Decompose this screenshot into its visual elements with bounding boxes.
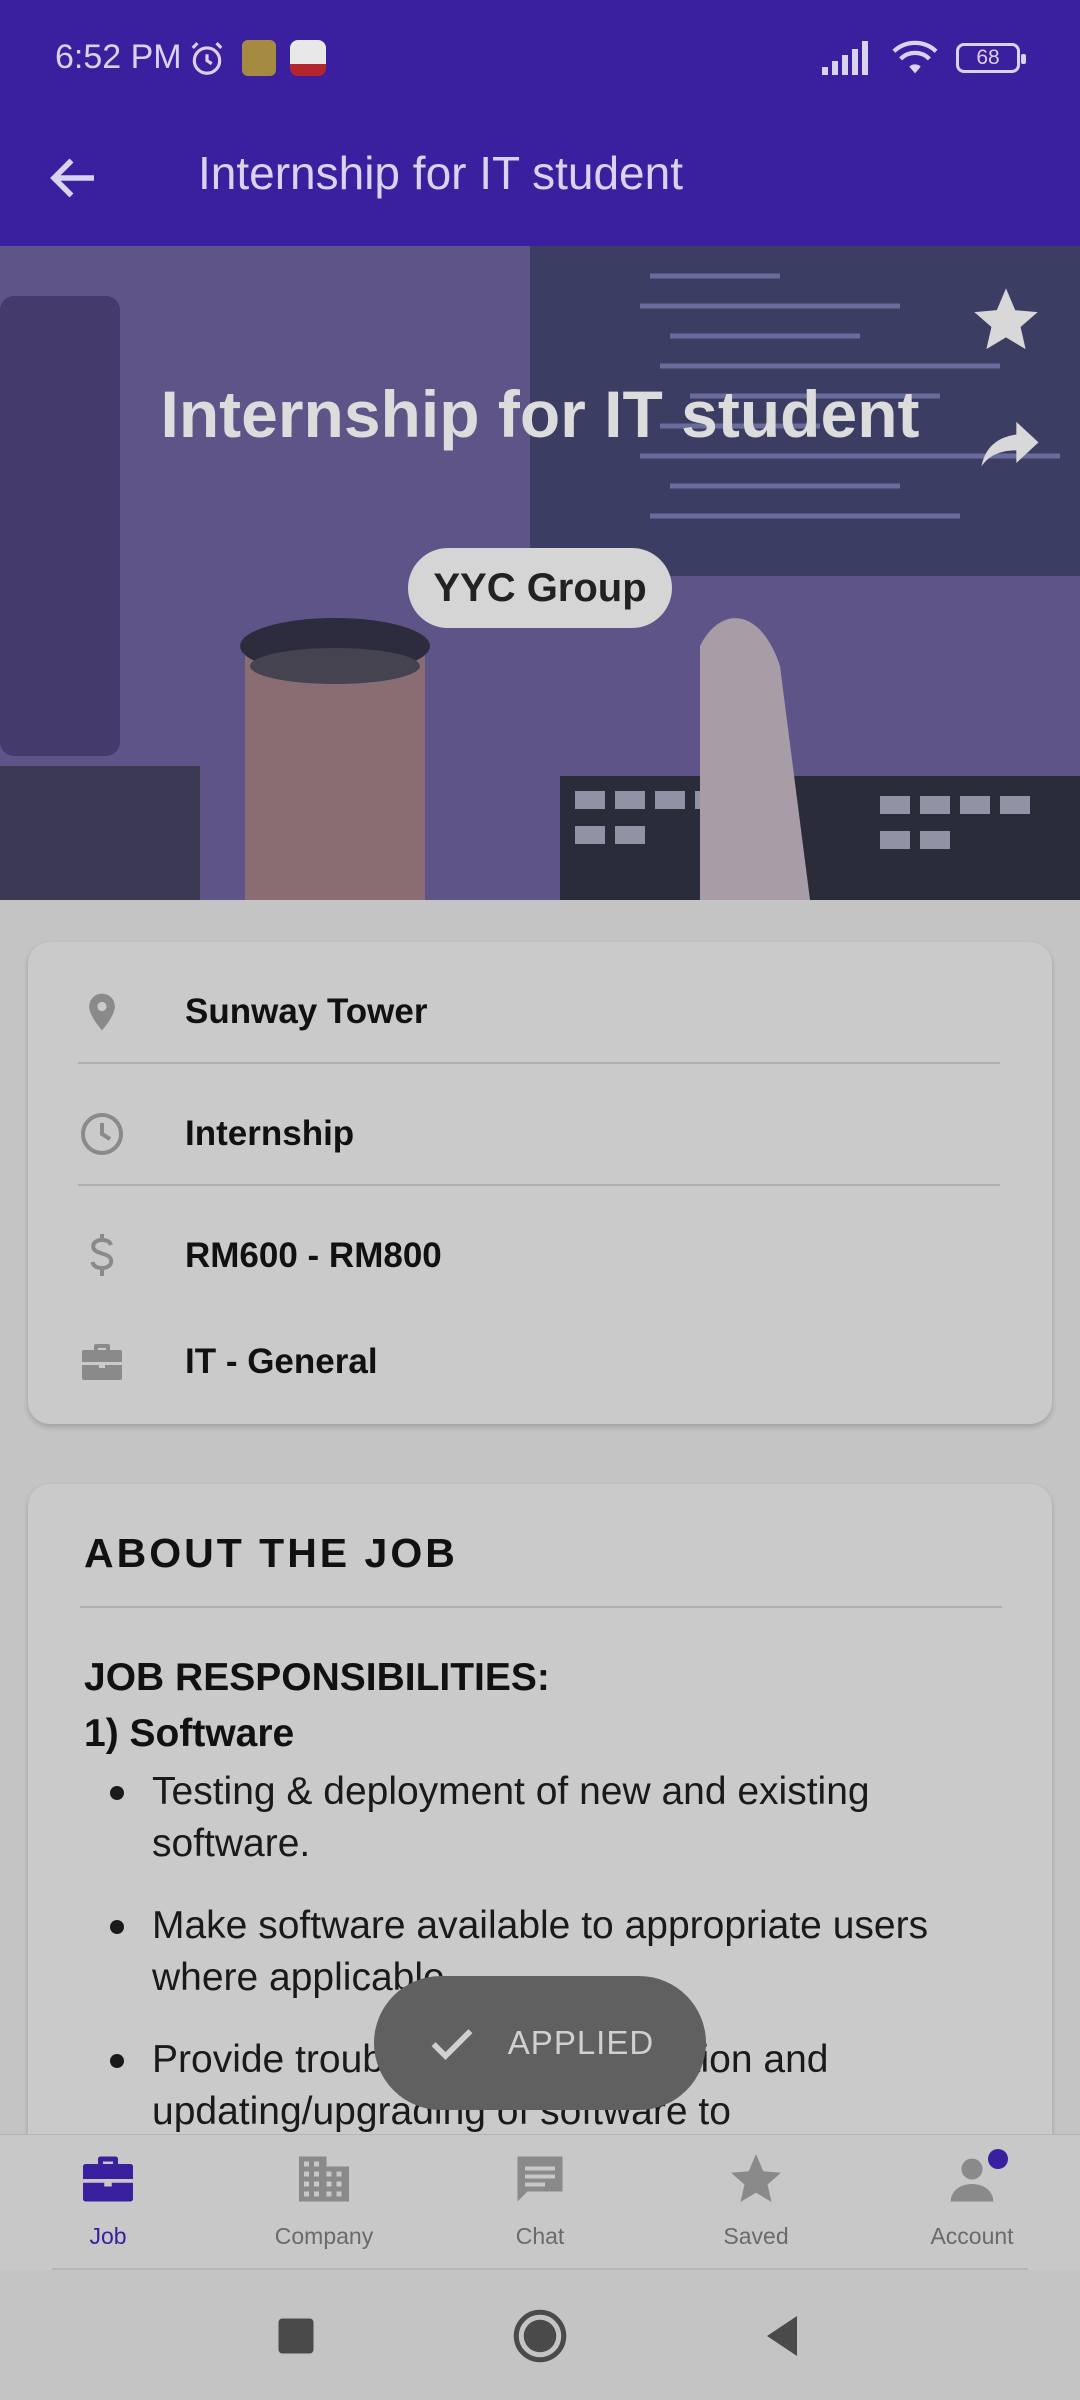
arrow-back-icon[interactable]	[44, 148, 104, 208]
toast-label: APPLIED	[507, 2024, 655, 2061]
applied-toast: APPLIED	[374, 1976, 706, 2110]
company-chip[interactable]: YYC Group	[408, 548, 672, 628]
system-navigation-bar	[0, 2270, 1080, 2400]
job-type-row: Internship	[78, 1084, 1000, 1184]
status-bar: 6:52 PM 68	[0, 0, 1080, 122]
nav-item-chat[interactable]: Chat	[450, 2149, 630, 2265]
building-icon	[299, 2156, 349, 2202]
news-notification-icon	[290, 40, 326, 76]
nav-item-saved[interactable]: Saved	[666, 2149, 846, 2265]
nav-label: Chat	[515, 2223, 565, 2249]
dollar-icon	[90, 1234, 114, 1276]
bottom-navigation: Job Company Chat Saved Account	[0, 2134, 1080, 2270]
divider	[80, 1606, 1002, 1608]
alarm-icon	[191, 42, 223, 75]
job-type: Internship	[185, 1114, 355, 1153]
home-icon[interactable]	[510, 2306, 570, 2366]
clock-icon	[81, 1113, 123, 1155]
star-icon[interactable]	[968, 282, 1044, 358]
responsibilities-heading: JOB RESPONSIBILITIES:	[84, 1656, 550, 1699]
nav-item-account[interactable]: Account	[882, 2149, 1062, 2265]
responsibility-section-title: 1) Software	[84, 1712, 295, 1755]
star-icon	[731, 2154, 781, 2202]
app-bar: Internship for IT student	[0, 122, 1080, 246]
list-item: Testing & deployment of new and existing…	[110, 1766, 1012, 1870]
job-info-card: Sunway Tower Internship RM600 - RM800 IT…	[28, 942, 1052, 1424]
page-title: Internship for IT student	[198, 147, 683, 199]
check-icon	[431, 2029, 473, 2060]
briefcase-icon	[83, 2156, 133, 2202]
chat-icon	[517, 2156, 563, 2202]
job-salary: RM600 - RM800	[185, 1236, 442, 1275]
battery-level: 68	[976, 46, 1000, 69]
app-notification-icon	[242, 40, 276, 76]
recent-apps-icon[interactable]	[266, 2306, 326, 2366]
status-time: 6:52 PM	[55, 38, 182, 76]
nav-label: Account	[930, 2223, 1014, 2249]
company-name: YYC Group	[433, 565, 647, 610]
divider	[78, 1062, 1000, 1064]
notification-badge	[988, 2149, 1008, 2169]
hero-job-title: Internship for IT student	[160, 377, 920, 451]
divider	[78, 1184, 1000, 1186]
job-location-row: Sunway Tower	[78, 962, 1000, 1062]
nav-label: Saved	[723, 2223, 789, 2249]
wifi-icon	[892, 40, 938, 74]
back-triangle-icon[interactable]	[752, 2306, 812, 2366]
job-hero-banner: Internship for IT student YYC Group	[0, 246, 1080, 900]
job-category: IT - General	[185, 1342, 378, 1381]
battery-icon: 68	[956, 43, 1026, 73]
nav-item-job[interactable]: Job	[18, 2149, 198, 2265]
job-salary-row: RM600 - RM800	[78, 1206, 1000, 1306]
nav-label: Company	[274, 2223, 374, 2249]
job-location: Sunway Tower	[185, 992, 428, 1031]
location-pin-icon	[89, 993, 115, 1031]
nav-item-company[interactable]: Company	[234, 2149, 414, 2265]
signal-icon	[822, 41, 868, 75]
share-icon[interactable]	[972, 406, 1048, 482]
briefcase-icon	[82, 1344, 122, 1380]
about-heading: ABOUT THE JOB	[84, 1530, 458, 1576]
nav-label: Job	[89, 2223, 127, 2249]
job-category-row: IT - General	[78, 1312, 1000, 1412]
